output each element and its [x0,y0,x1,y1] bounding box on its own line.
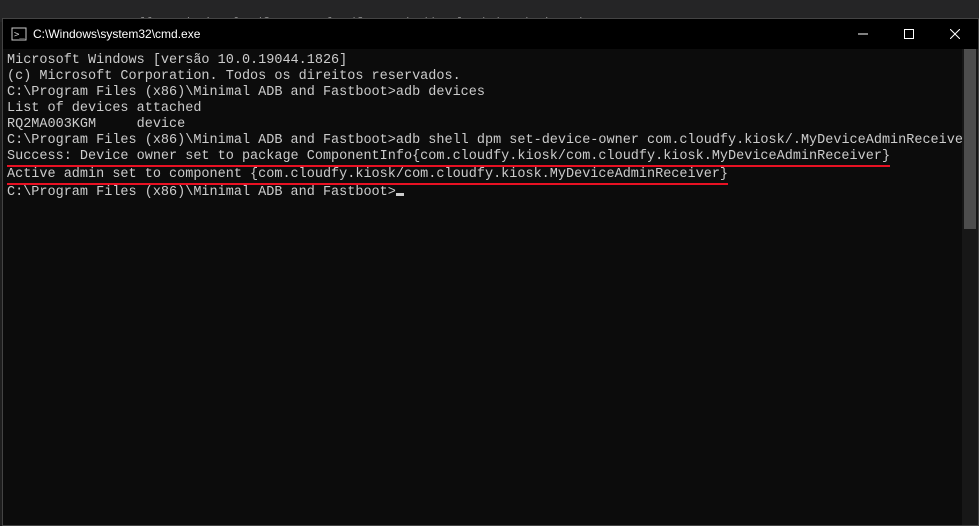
terminal-output[interactable]: Microsoft Windows [versão 10.0.19044.182… [3,49,978,525]
vertical-scrollbar[interactable] [962,49,978,525]
prompt: C:\Program Files (x86)\Minimal ADB and F… [7,85,396,100]
output-line: C:\Program Files (x86)\Minimal ADB and F… [7,133,978,149]
cmd-icon: >_ [11,26,27,42]
command-text: adb shell dpm set-device-owner com.cloud… [396,133,971,148]
output-line: RQ2MA003KGM device [7,117,978,133]
window-controls [840,19,978,49]
active-admin-line: Active admin set to component {com.cloud… [7,167,728,185]
prompt: C:\Program Files (x86)\Minimal ADB and F… [7,133,396,148]
cmd-window: >_ C:\Windows\system32\cmd.exe Microsoft… [2,18,979,526]
minimize-button[interactable] [840,19,886,49]
cursor [396,193,404,196]
output-line: (c) Microsoft Corporation. Todos os dire… [7,69,978,85]
output-line-highlighted: Active admin set to component {com.cloud… [7,167,978,185]
scrollbar-thumb[interactable] [964,49,976,229]
success-line: Success: Device owner set to package Com… [7,149,890,167]
svg-text:>_: >_ [14,30,25,40]
window-title: C:\Windows\system32\cmd.exe [33,27,200,41]
output-line: Microsoft Windows [versão 10.0.19044.182… [7,53,978,69]
command-text: adb devices [396,85,485,100]
close-button[interactable] [932,19,978,49]
output-line: C:\Program Files (x86)\Minimal ADB and F… [7,85,978,101]
output-line-highlighted: Success: Device owner set to package Com… [7,149,978,167]
prompt: C:\Program Files (x86)\Minimal ADB and F… [7,185,396,200]
output-line: List of devices attached [7,101,978,117]
maximize-button[interactable] [886,19,932,49]
titlebar[interactable]: >_ C:\Windows\system32\cmd.exe [3,19,978,49]
output-line: C:\Program Files (x86)\Minimal ADB and F… [7,185,978,201]
